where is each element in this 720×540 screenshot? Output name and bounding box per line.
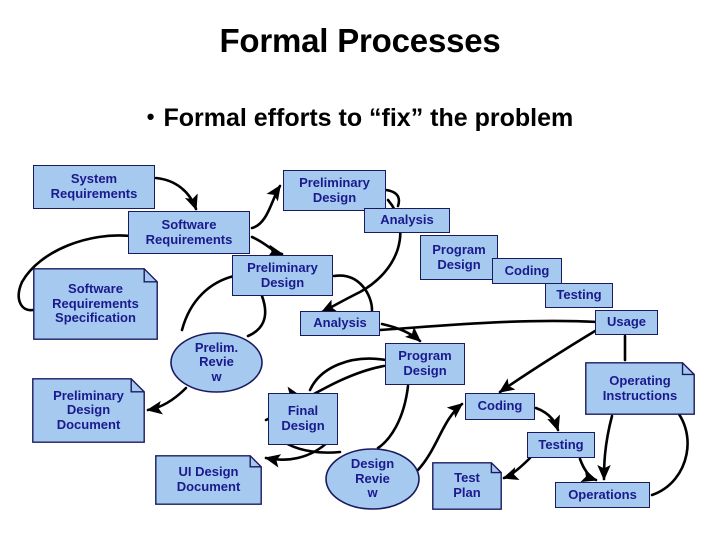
node-usage[interactable]: Usage: [595, 310, 658, 335]
node-program-design-2[interactable]: Program Design: [385, 343, 465, 385]
node-analysis-2[interactable]: Analysis: [300, 311, 380, 336]
node-label: Testing: [538, 436, 584, 452]
node-preliminary-design-document[interactable]: Preliminary Design Document: [32, 378, 145, 443]
node-final-design[interactable]: Final Design: [268, 393, 338, 445]
node-label: Operations: [568, 486, 637, 502]
node-ui-design-document[interactable]: UI Design Document: [155, 455, 262, 505]
node-label: Preliminary Design: [299, 174, 370, 205]
node-label: Operating Instructions: [602, 372, 678, 403]
node-program-design-1[interactable]: Program Design: [420, 235, 498, 280]
node-label: Final Design: [281, 403, 325, 433]
slide: Formal Processes • Formal efforts to “fix…: [0, 0, 720, 540]
process-diagram: System Requirements Software Requirements…: [0, 0, 720, 540]
node-label: System Requirements: [50, 171, 138, 201]
node-analysis-1[interactable]: Analysis: [364, 208, 450, 233]
node-software-requirements[interactable]: Software Requirements: [128, 211, 250, 254]
node-prelim-review[interactable]: Prelim. Revie w: [170, 332, 263, 393]
node-preliminary-design-1[interactable]: Preliminary Design: [283, 170, 386, 211]
node-label: Software Requirements Specification: [52, 281, 139, 326]
node-label: Analysis: [313, 315, 367, 331]
node-testing-2[interactable]: Testing: [527, 432, 595, 458]
node-label: Test Plan: [453, 470, 481, 500]
node-label: UI Design Document: [176, 464, 241, 494]
node-system-requirements[interactable]: System Requirements: [33, 165, 155, 209]
node-design-review[interactable]: Design Revie w: [325, 448, 420, 510]
node-label: Preliminary Design: [247, 259, 318, 290]
node-layer: System Requirements Software Requirements…: [0, 0, 720, 540]
node-label: Analysis: [380, 212, 434, 228]
node-label: Usage: [606, 314, 647, 330]
node-operations[interactable]: Operations: [555, 482, 650, 508]
node-label: Testing: [556, 287, 602, 303]
node-srs-document[interactable]: Software Requirements Specification: [33, 268, 158, 340]
node-operating-instructions[interactable]: Operating Instructions: [585, 362, 695, 415]
node-coding-1[interactable]: Coding: [492, 258, 562, 284]
node-label: Coding: [504, 262, 550, 278]
node-label: Preliminary Design Document: [53, 387, 124, 432]
node-test-plan[interactable]: Test Plan: [432, 462, 502, 510]
node-label: Software Requirements: [145, 216, 233, 247]
node-label: Program Design: [398, 348, 452, 378]
node-label: Program Design: [432, 241, 486, 272]
node-label: Prelim. Revie w: [194, 339, 239, 384]
node-preliminary-design-2[interactable]: Preliminary Design: [232, 255, 333, 296]
node-label: Coding: [477, 398, 523, 414]
node-coding-2[interactable]: Coding: [465, 393, 535, 420]
node-label: Design Revie w: [350, 456, 395, 501]
node-testing-1[interactable]: Testing: [545, 283, 613, 308]
